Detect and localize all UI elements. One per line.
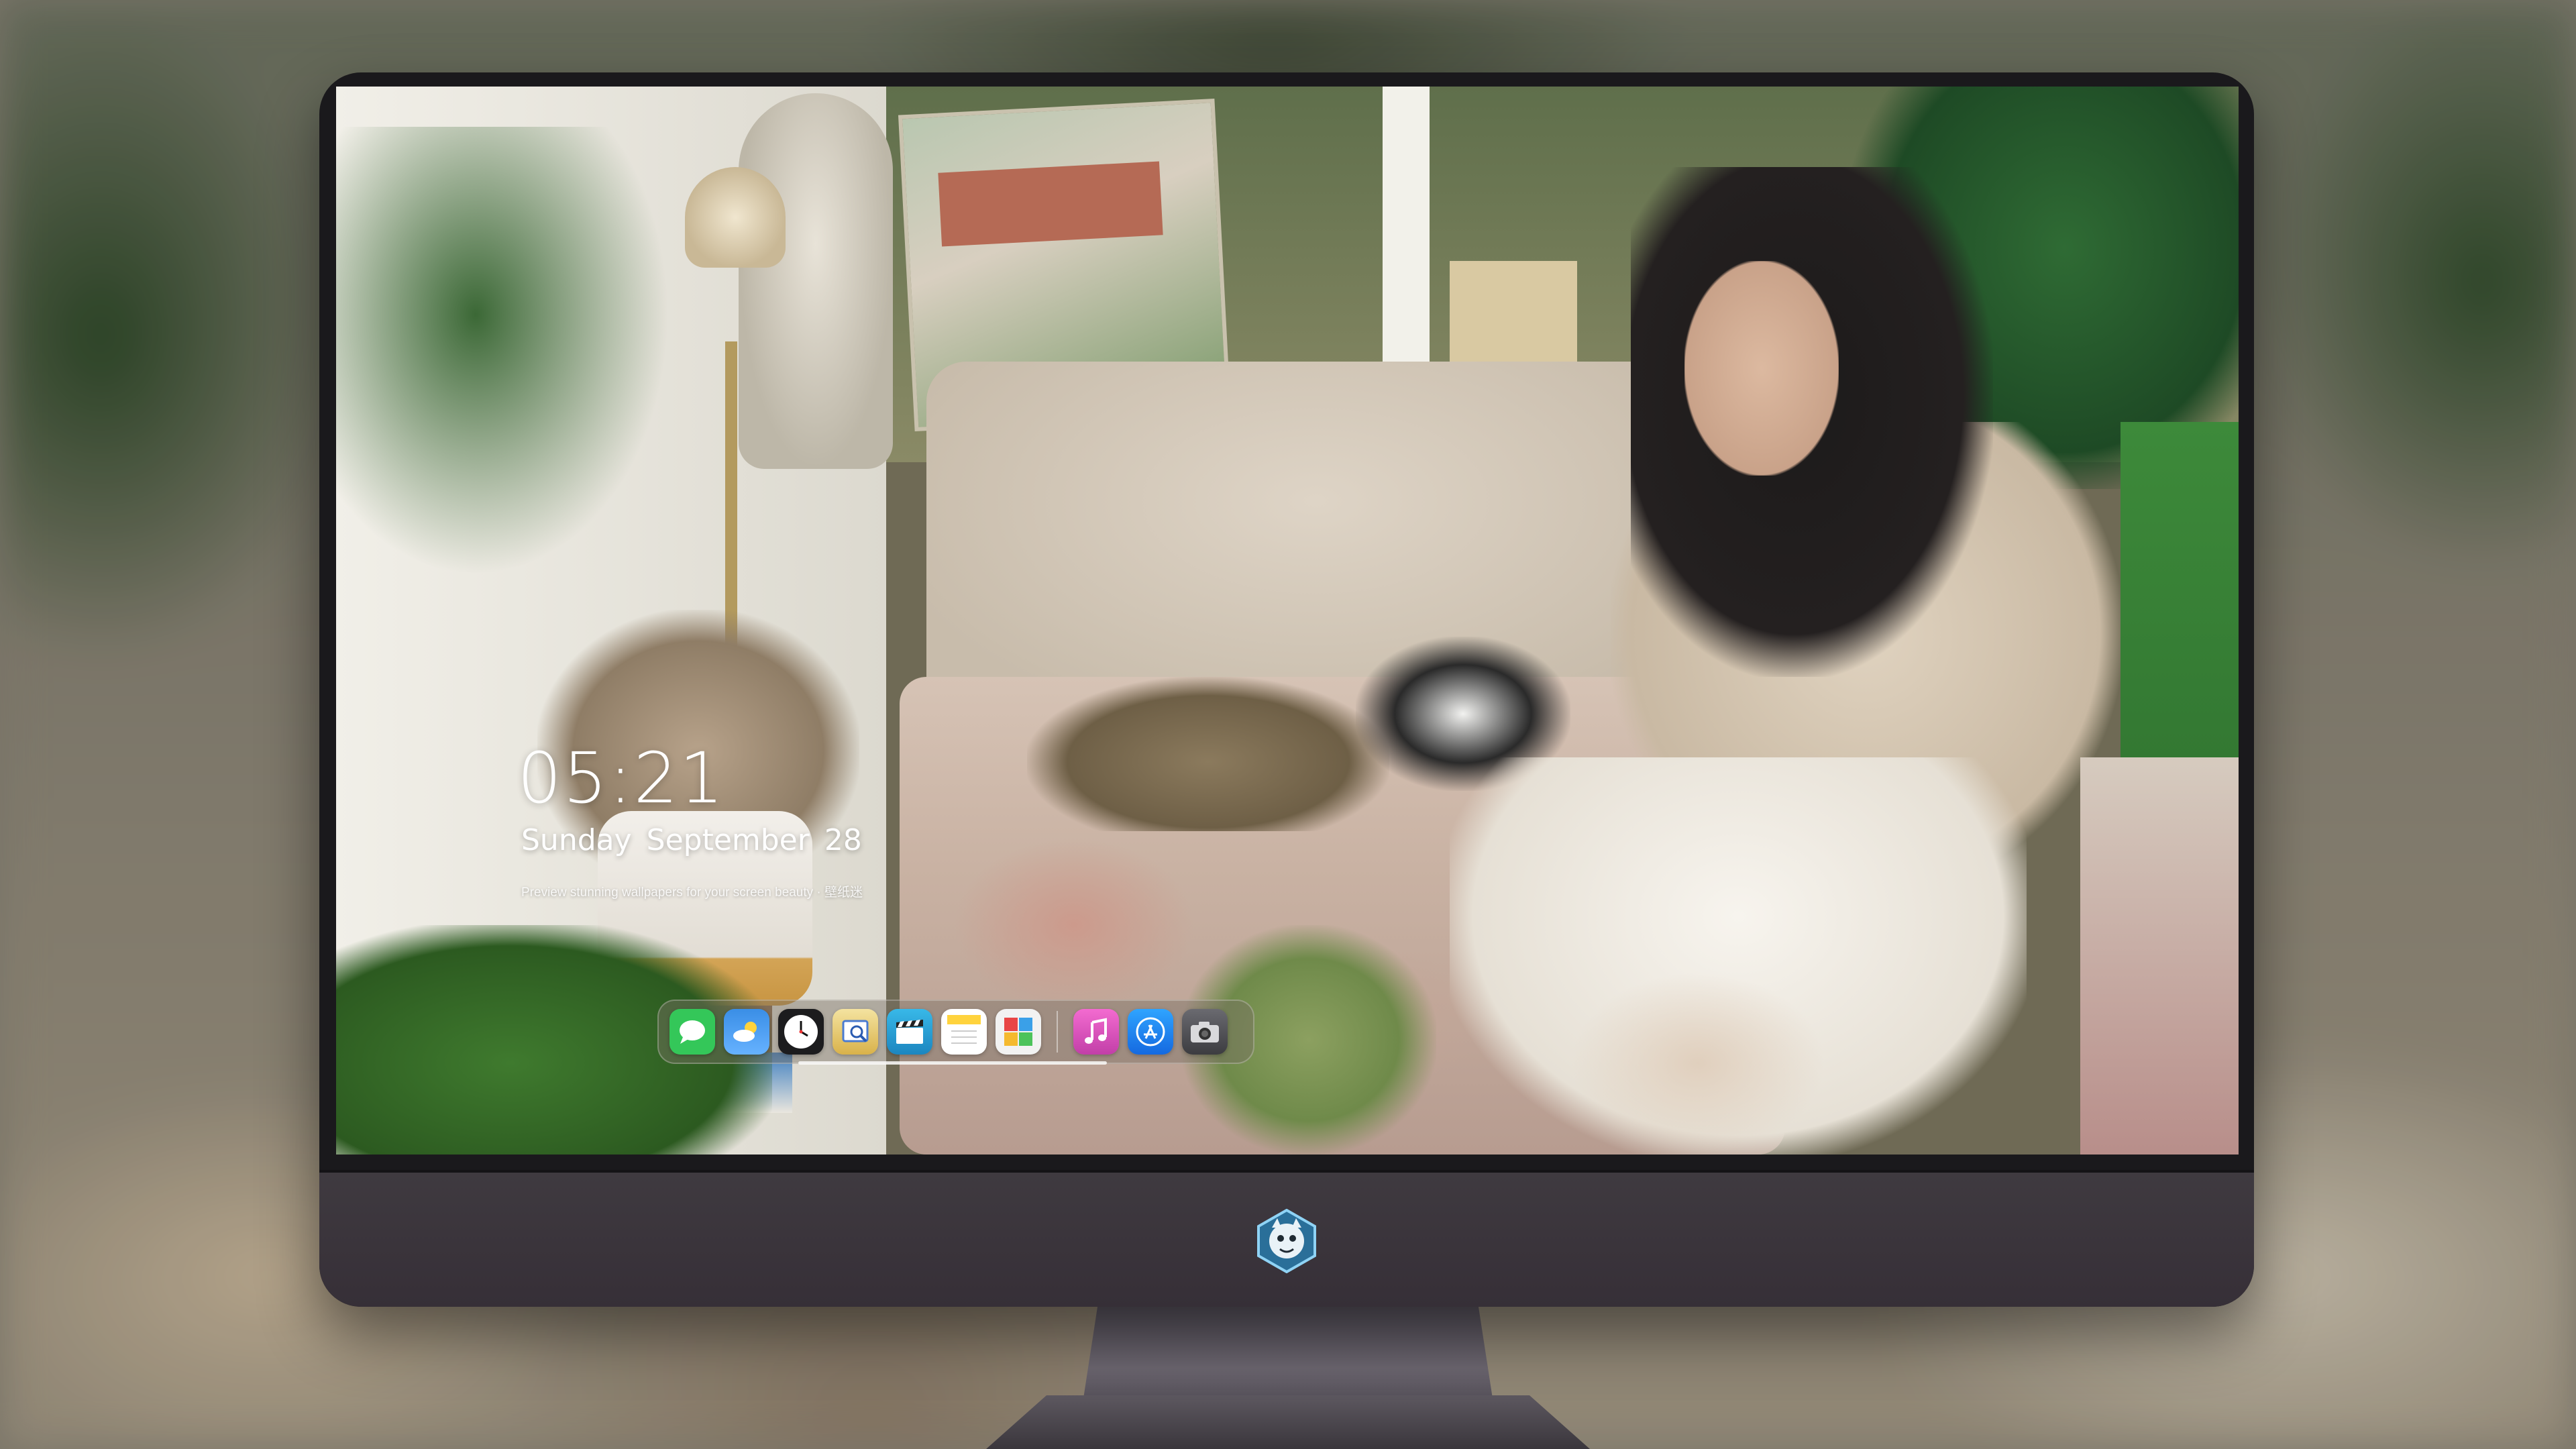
mascot-logo-icon	[1257, 1209, 1316, 1273]
wallpaper-sculpture	[739, 93, 893, 469]
notes-icon[interactable]	[941, 1009, 987, 1055]
music-icon[interactable]	[1073, 1009, 1119, 1055]
wallpaper-window-frame	[1383, 87, 1430, 382]
wallpaper-plant	[336, 127, 685, 596]
appstore-icon[interactable]	[1128, 1009, 1173, 1055]
dock-separator	[1057, 1011, 1058, 1053]
home-indicator[interactable]	[798, 1061, 1107, 1065]
weather-icon[interactable]	[724, 1009, 769, 1055]
clock-icon[interactable]	[778, 1009, 824, 1055]
wallpaper-chair	[2080, 757, 2239, 1155]
wallpaper-caption: Preview stunning wallpapers for your scr…	[521, 885, 863, 900]
date-month: September	[646, 823, 810, 857]
wallpaper-woman-face	[1684, 261, 1839, 476]
monitor-chin	[319, 1170, 2254, 1307]
wallpaper-painting-roof	[938, 161, 1163, 247]
lockscreen-time: 05:21	[517, 737, 725, 819]
wallpaper-blanket-pattern	[953, 838, 1195, 1012]
wallpaper-lamp-shade	[685, 167, 786, 268]
screen: 05:21 Sunday September 28 Preview stunning…	[336, 87, 2239, 1155]
wallpaper-knee	[1570, 972, 1825, 1155]
wallpaper-sofa-back	[926, 362, 1705, 710]
photobooth-icon[interactable]	[996, 1009, 1041, 1055]
camera-icon[interactable]	[1182, 1009, 1228, 1055]
preview-icon[interactable]	[833, 1009, 878, 1055]
monitor-stand-base	[986, 1395, 1590, 1449]
wallpaper-box	[1450, 261, 1577, 368]
lockscreen-date: Sunday September 28	[521, 823, 877, 857]
date-weekday: Sunday	[521, 823, 632, 857]
wallpaper-tabby-cat	[1027, 677, 1389, 831]
clapper-icon[interactable]	[887, 1009, 932, 1055]
messages-icon[interactable]	[669, 1009, 715, 1055]
dock	[657, 1000, 1254, 1064]
date-day: 28	[824, 823, 862, 857]
